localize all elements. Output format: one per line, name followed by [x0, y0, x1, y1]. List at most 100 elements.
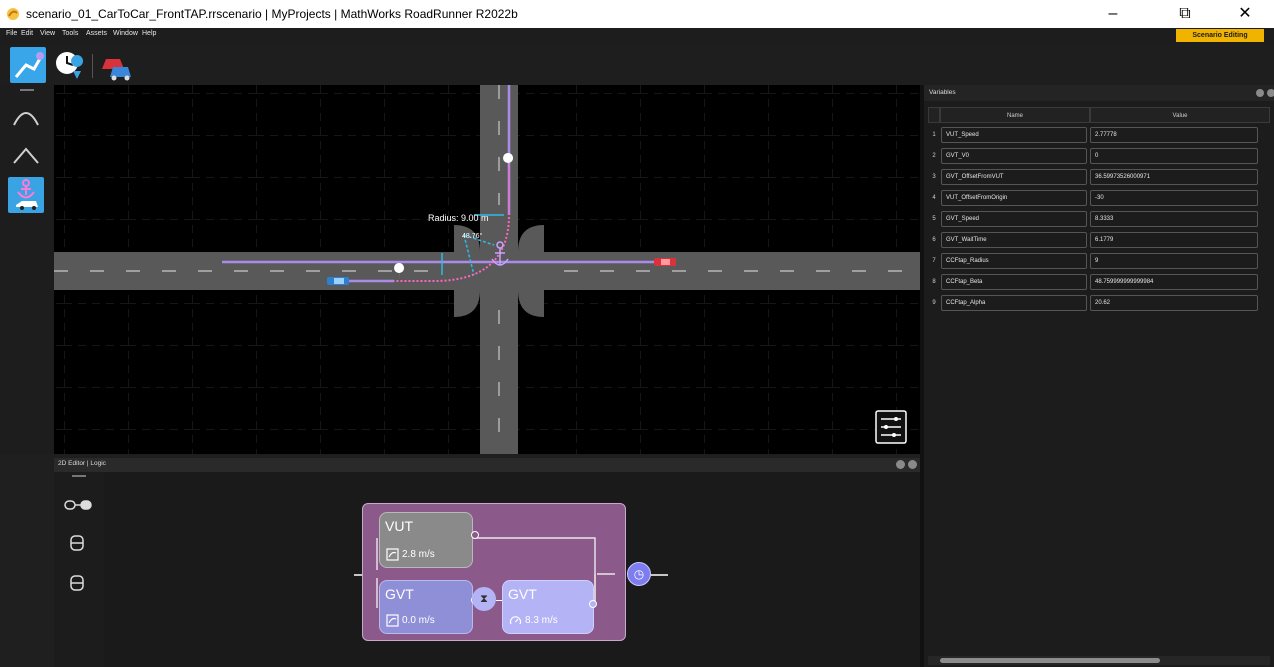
variable-value-field[interactable]: 6.1779: [1090, 232, 1258, 248]
value-column-header[interactable]: Value: [1090, 107, 1270, 123]
menu-help[interactable]: Help: [142, 30, 156, 37]
variable-row: 7 CCFtap_Radius 9: [928, 251, 1272, 271]
roadrunner-app-icon: [7, 8, 19, 20]
variable-value-field[interactable]: 48.759999999999984: [1090, 274, 1258, 290]
gvt-node-title: GVT: [385, 586, 414, 602]
arc-tool-icon[interactable]: [8, 99, 44, 135]
variable-name-field[interactable]: CCFtap_Radius: [941, 253, 1087, 269]
scenario-timing-icon[interactable]: [52, 47, 88, 83]
variable-name-field[interactable]: GVT_Speed: [941, 211, 1087, 227]
logic-editor-header: 2D Editor | Logic: [54, 458, 920, 472]
variable-name-field[interactable]: VUT_OffsetFromOrigin: [941, 190, 1087, 206]
tools-grip: [72, 475, 86, 477]
variables-horizontal-scrollbar[interactable]: [928, 656, 1270, 665]
path-tool-icon[interactable]: [10, 47, 46, 83]
path-speed-icon: [386, 548, 399, 561]
variable-name-field[interactable]: GVT_WaitTime: [941, 232, 1087, 248]
view-options-button[interactable]: [875, 410, 907, 444]
close-button[interactable]: ✕: [1222, 0, 1268, 28]
row-index: 6: [932, 237, 936, 243]
variables-settings-icon[interactable]: [1256, 89, 1264, 97]
menu-edit[interactable]: Edit: [21, 30, 33, 37]
logic-editor-title: 2D Editor | Logic: [58, 460, 106, 467]
logic-editor-tools: [54, 472, 104, 667]
variable-row: 5 GVT_Speed 8.3333: [928, 209, 1272, 229]
title-bar: scenario_01_CarToCar_FrontTAP.rrscenario…: [0, 0, 1274, 28]
scene-viewport[interactable]: Radius: 9.00 m 48.76°: [54, 85, 920, 454]
gvt-vehicle[interactable]: [654, 258, 676, 266]
logic-group[interactable]: VUT 2.8 m/s GVT 0.0 m/s ⧗ GVT 8.3 m/s ◷: [362, 503, 651, 641]
variable-name-field[interactable]: CCFtap_Alpha: [941, 295, 1087, 311]
anchor-tool-icon[interactable]: [8, 177, 44, 213]
vehicle-node-icon[interactable]: [69, 535, 85, 551]
link-tool-icon[interactable]: [64, 498, 92, 512]
variables-close-icon[interactable]: [1267, 89, 1274, 97]
vut-vehicle[interactable]: [327, 277, 349, 285]
speedometer-icon: [509, 616, 522, 625]
menu-bar: File Edit View Tools Assets Window Help: [0, 28, 1274, 44]
main-toolbar: [0, 44, 1274, 85]
variable-row: 8 CCFtap_Beta 48.759999999999984: [928, 272, 1272, 292]
window-title: scenario_01_CarToCar_FrontTAP.rrscenario…: [26, 7, 518, 21]
path-speed-icon-2: [386, 614, 399, 627]
road-scene[interactable]: [54, 85, 920, 454]
variable-row: 4 VUT_OffsetFromOrigin -30: [928, 188, 1272, 208]
menu-view[interactable]: View: [40, 30, 55, 37]
node-port-3[interactable]: [589, 600, 597, 608]
menu-file[interactable]: File: [6, 30, 17, 37]
panel-close-icon[interactable]: [908, 460, 917, 469]
wait-timer-icon[interactable]: ⧗: [472, 587, 496, 611]
vut-node-title: VUT: [385, 518, 413, 534]
panel-settings-icon[interactable]: [896, 460, 905, 469]
minimize-button[interactable]: –: [1090, 0, 1136, 28]
left-tool-palette: [0, 85, 54, 454]
palette-grip: [20, 89, 34, 91]
index-column-header: [928, 107, 940, 123]
variable-name-field[interactable]: GVT_V0: [941, 148, 1087, 164]
row-index: 8: [932, 279, 936, 285]
variable-row: 3 GVT_OffsetFromVUT 36.59973526000971: [928, 167, 1272, 187]
gvt-wait-node[interactable]: GVT 0.0 m/s: [379, 580, 473, 634]
variable-value-field[interactable]: 0: [1090, 148, 1258, 164]
angle-label: 48.76°: [462, 233, 483, 240]
row-index: 5: [932, 216, 936, 222]
vehicle-node-icon-2[interactable]: [69, 575, 85, 591]
row-index: 4: [932, 195, 936, 201]
row-index: 9: [932, 300, 936, 306]
variable-row: 6 GVT_WaitTime 6.1779: [928, 230, 1272, 250]
menu-tools[interactable]: Tools: [62, 30, 78, 37]
row-index: 1: [932, 132, 936, 138]
peak-tool-icon[interactable]: [8, 137, 44, 173]
variable-name-field[interactable]: VUT_Speed: [941, 127, 1087, 143]
variable-row: 1 VUT_Speed 2.77778: [928, 125, 1272, 145]
clock-end-icon[interactable]: ◷: [627, 562, 651, 586]
gvt-drive-node-title: GVT: [508, 586, 537, 602]
variable-name-field[interactable]: GVT_OffsetFromVUT: [941, 169, 1087, 185]
scenario-editing-badge[interactable]: Scenario Editing: [1176, 29, 1264, 42]
variable-value-field[interactable]: 36.59973526000971: [1090, 169, 1258, 185]
vehicle-assets-icon[interactable]: [98, 47, 134, 83]
variable-name-field[interactable]: CCFtap_Beta: [941, 274, 1087, 290]
variable-row: 9 CCFtap_Alpha 20.62: [928, 293, 1272, 313]
variables-header: Variables: [924, 85, 1274, 101]
menu-window[interactable]: Window: [113, 30, 138, 37]
restore-button[interactable]: ⧉: [1162, 0, 1208, 28]
gvt-drive-node[interactable]: GVT 8.3 m/s: [502, 580, 594, 634]
radius-label: Radius: 9.00 m: [428, 213, 489, 223]
scrollbar-thumb[interactable]: [940, 658, 1160, 663]
row-index: 2: [932, 153, 936, 159]
variable-value-field[interactable]: 20.62: [1090, 295, 1258, 311]
name-column-header[interactable]: Name: [940, 107, 1090, 123]
vut-node[interactable]: VUT 2.8 m/s: [379, 512, 473, 568]
variable-row: 2 GVT_V0 0: [928, 146, 1272, 166]
node-port-2[interactable]: [471, 531, 479, 539]
variable-value-field[interactable]: 8.3333: [1090, 211, 1258, 227]
variable-value-field[interactable]: 2.77778: [1090, 127, 1258, 143]
gvt-drive-node-speed: 8.3 m/s: [525, 615, 558, 626]
menu-assets[interactable]: Assets: [86, 30, 107, 37]
gvt-node-speed: 0.0 m/s: [402, 615, 435, 626]
variable-value-field[interactable]: -30: [1090, 190, 1258, 206]
variable-value-field[interactable]: 9: [1090, 253, 1258, 269]
toolbar-divider: [92, 54, 93, 78]
row-index: 7: [932, 258, 936, 264]
